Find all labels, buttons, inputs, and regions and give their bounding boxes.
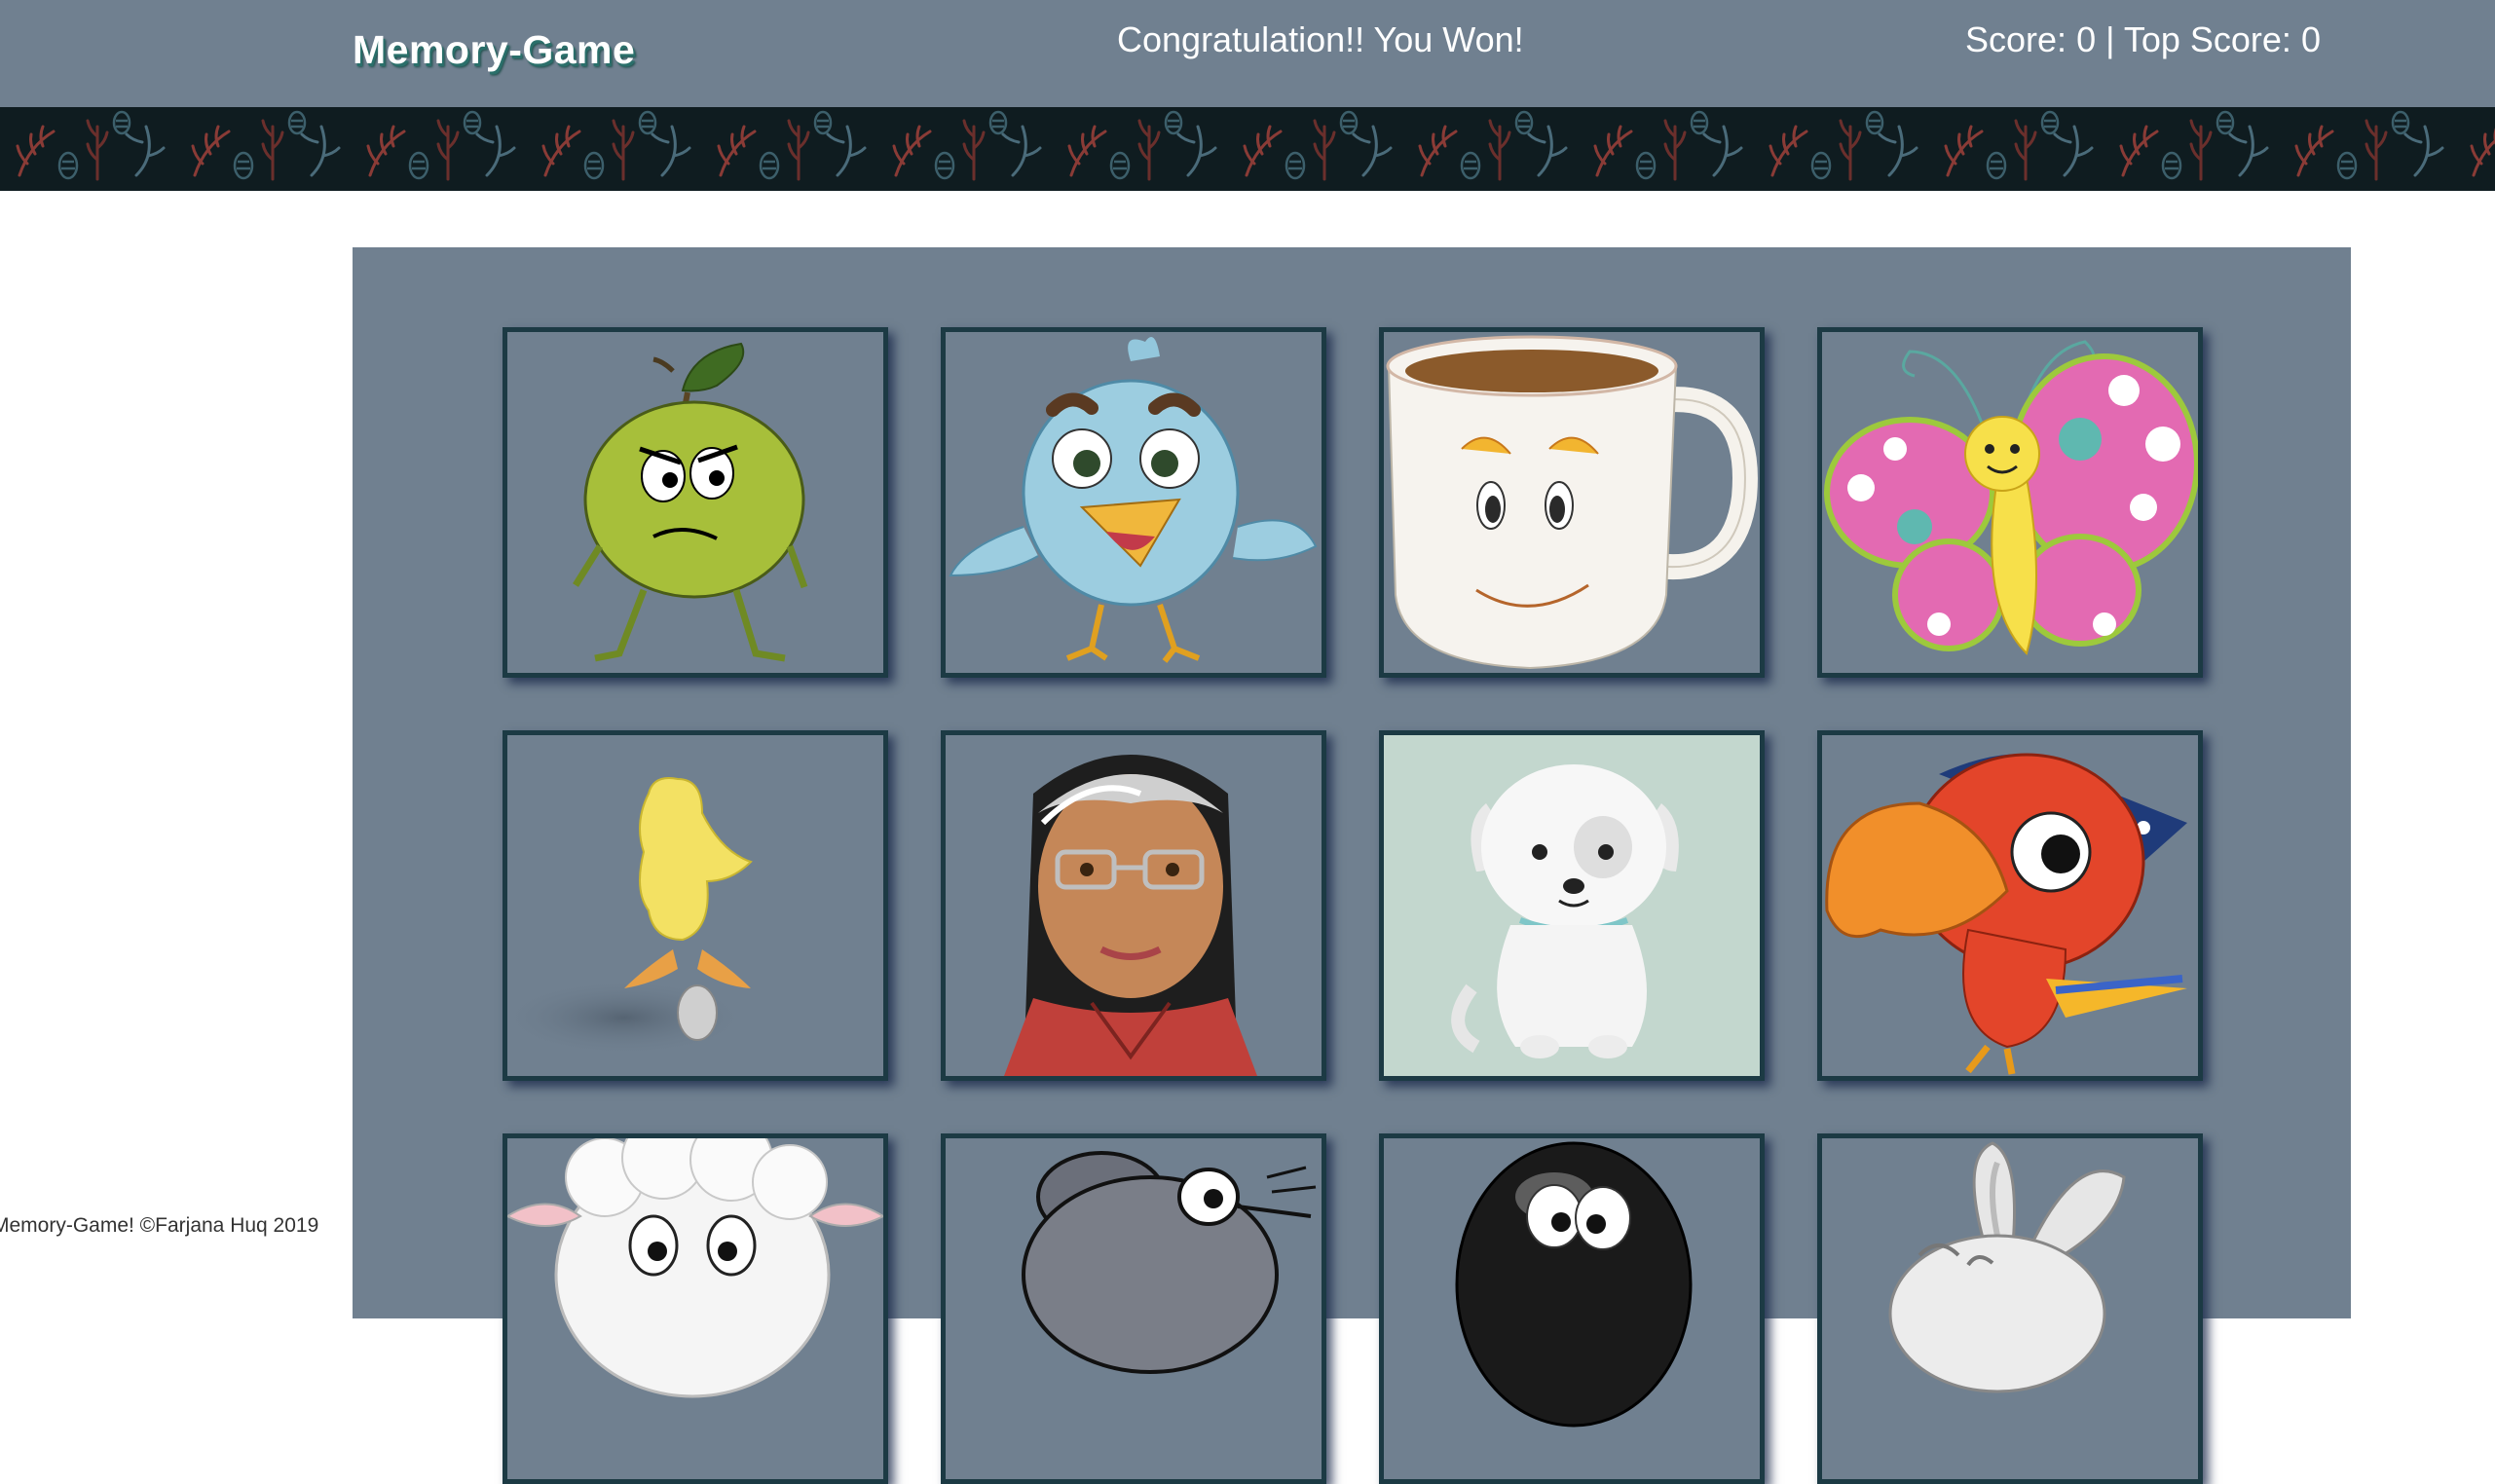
pirate-parrot-icon: [1825, 753, 2187, 1075]
score-value: 0: [2076, 19, 2097, 59]
card-9[interactable]: [503, 1133, 888, 1484]
card-7[interactable]: [1379, 730, 1765, 1081]
card-4[interactable]: [1817, 327, 2203, 678]
butterfly-icon: [1824, 340, 2198, 655]
score-separator: |: [2105, 19, 2115, 59]
card-2[interactable]: [941, 327, 1326, 678]
woman-with-glasses-icon: [1004, 755, 1257, 1076]
card-10[interactable]: [941, 1133, 1326, 1484]
card-5[interactable]: [503, 730, 888, 1081]
card-11[interactable]: [1379, 1133, 1765, 1484]
navbar: Memory-Game Congratulation!! You Won! Sc…: [0, 0, 2495, 107]
mouse-icon: [1022, 1151, 1317, 1374]
duck-on-egg-icon: [507, 777, 753, 1057]
coffee-cup-icon: [1386, 335, 1758, 670]
penguin-icon: [1455, 1141, 1693, 1428]
card-3[interactable]: [1379, 327, 1765, 678]
leaf-pattern-icon: [0, 107, 2495, 191]
grumpy-apple-icon: [573, 342, 808, 662]
score-label: Score:: [1965, 19, 2067, 59]
rabbit-icon: [1888, 1141, 2126, 1393]
card-8[interactable]: [1817, 730, 2203, 1081]
card-6[interactable]: [941, 730, 1326, 1081]
footer-copyright: Memory-Game! ©Farjana Huq 2019: [0, 1214, 319, 1237]
game-message: Congratulation!! You Won!: [1117, 19, 1524, 59]
decorative-banner: [0, 107, 2495, 191]
sheep-icon: [507, 1138, 883, 1398]
card-1[interactable]: [503, 327, 888, 678]
blue-bird-icon: [949, 337, 1318, 663]
card-12[interactable]: [1817, 1133, 2203, 1484]
game-board: [353, 247, 2351, 1484]
top-score-label: Top Score:: [2123, 19, 2291, 59]
score-display: Score: 0 | Top Score: 0: [1965, 19, 2321, 60]
white-puppy-icon: [1451, 764, 1679, 1058]
brand-title[interactable]: Memory-Game: [353, 27, 635, 73]
top-score-value: 0: [2300, 19, 2321, 59]
